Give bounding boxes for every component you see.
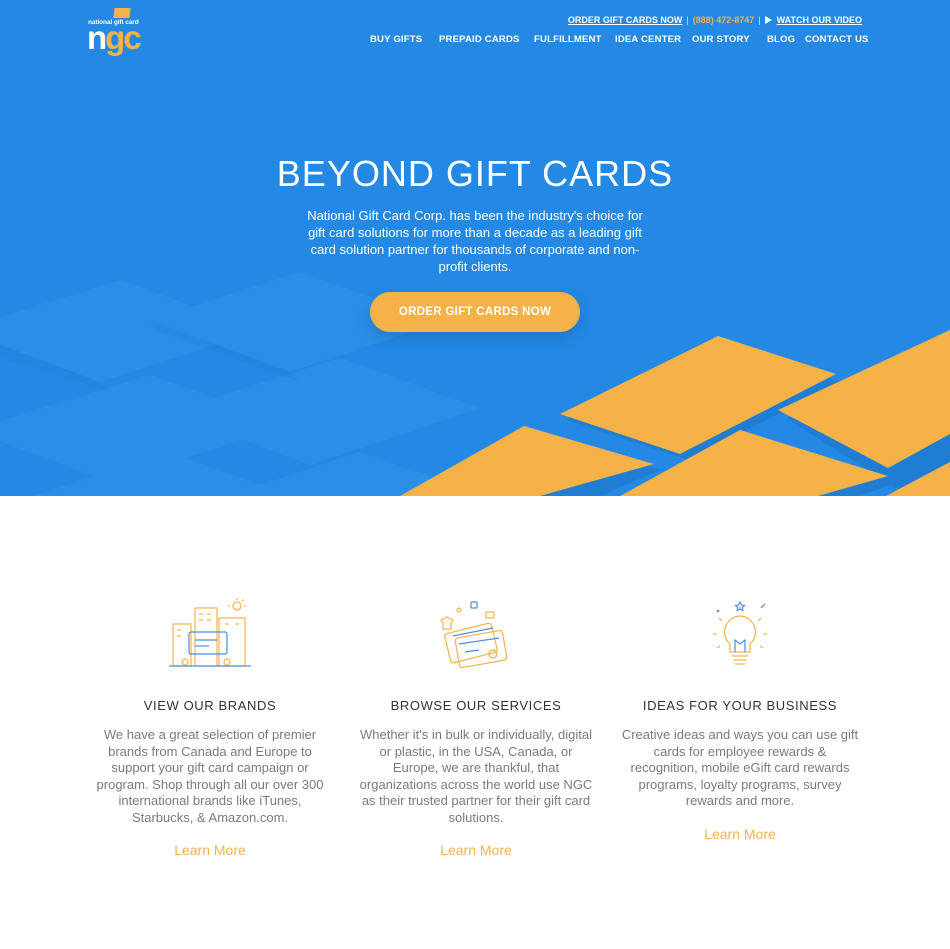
nav-item-our-story[interactable]: OUR STORY: [692, 34, 750, 45]
nav-item-prepaid-cards[interactable]: PREPAID CARDS: [439, 34, 520, 45]
hero-banner: national gift card ngc ORDER GIFT CARDS …: [0, 0, 950, 496]
hero-title: BEYOND GIFT CARDS: [276, 153, 674, 194]
feature-title: IDEAS FOR YOUR BUSINESS: [642, 698, 838, 713]
feature-description: Creative ideas and ways you can use gift…: [621, 727, 859, 808]
storefront-icon: [169, 598, 251, 667]
ngc-logo[interactable]: national gift card ngc: [86, 8, 144, 58]
nav-item-blog[interactable]: BLOG: [767, 34, 795, 45]
order-gift-cards-link[interactable]: ORDER GIFT CARDS NOW: [568, 15, 683, 25]
play-icon[interactable]: [764, 16, 772, 24]
learn-more-link[interactable]: Learn More: [356, 842, 596, 858]
order-gift-cards-button[interactable]: ORDER GIFT CARDS NOW: [370, 292, 580, 332]
logo-flag-shape: [113, 8, 131, 18]
feature-description: We have a great selection of premier bra…: [96, 727, 324, 825]
nav-item-fulfillment[interactable]: FULFILLMENT: [534, 34, 602, 45]
phone-number-link[interactable]: (888) 472-8747: [693, 15, 755, 25]
feature-services: BROWSE OUR SERVICES Whether it's in bulk…: [356, 598, 596, 858]
feature-brands: VIEW OUR BRANDS We have a great selectio…: [90, 598, 330, 858]
nav-item-contact-us[interactable]: CONTACT US: [805, 34, 869, 45]
main-navigation: BUY GIFTS PREPAID CARDS FULFILLMENT IDEA…: [0, 34, 950, 46]
nav-item-idea-center[interactable]: IDEA CENTER: [615, 34, 681, 45]
separator: |: [686, 15, 689, 25]
nav-item-buy-gifts[interactable]: BUY GIFTS: [370, 34, 422, 45]
learn-more-link[interactable]: Learn More: [620, 826, 860, 842]
learn-more-link[interactable]: Learn More: [90, 842, 330, 858]
separator: |: [758, 15, 761, 25]
gift-cards-icon: [440, 601, 508, 669]
feature-ideas: IDEAS FOR YOUR BUSINESS Creative ideas a…: [620, 598, 860, 842]
watch-video-link[interactable]: WATCH OUR VIDEO: [777, 15, 862, 25]
feature-title: BROWSE OUR SERVICES: [390, 698, 562, 713]
feature-title: VIEW OUR BRANDS: [143, 698, 277, 713]
utility-bar: ORDER GIFT CARDS NOW | (888) 472-8747 | …: [568, 15, 862, 25]
hero-subtitle: National Gift Card Corp. has been the in…: [307, 208, 643, 274]
lightbulb-icon: [713, 600, 767, 665]
feature-description: Whether it's in bulk or individually, di…: [359, 727, 593, 825]
